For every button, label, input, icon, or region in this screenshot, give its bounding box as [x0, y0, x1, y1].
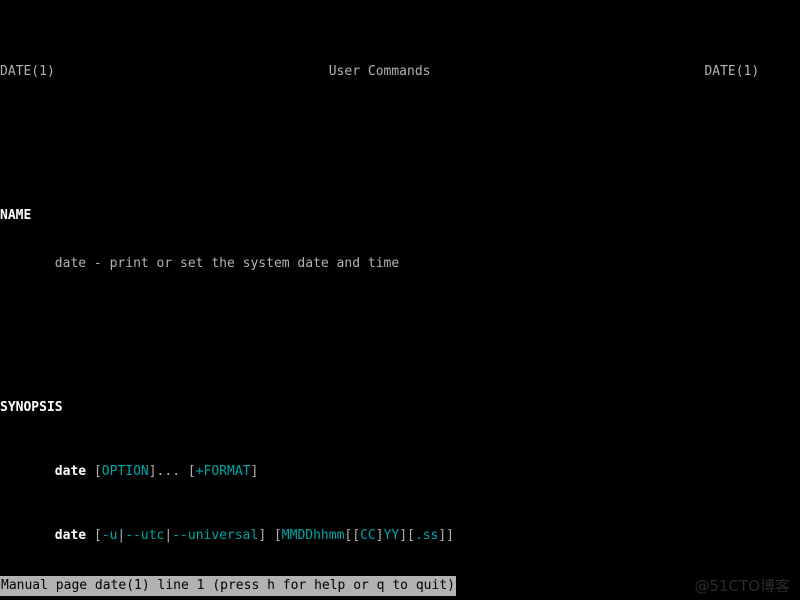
- man-page-header: DATE(1) User Commands DATE(1): [0, 64, 800, 80]
- synopsis-arg-cc: CC: [360, 528, 376, 543]
- pager-status-bar[interactable]: Manual page date(1) line 1 (press h for …: [0, 576, 456, 596]
- synopsis-arg-mmddhhmm: MMDDhhmm: [281, 528, 345, 543]
- synopsis-command: date: [54, 464, 87, 479]
- header-left: DATE(1): [0, 64, 55, 79]
- synopsis-arg-utc: --utc: [125, 528, 165, 543]
- synopsis-arg-ss: .ss: [414, 528, 439, 543]
- synopsis-punct: ]]: [438, 528, 455, 543]
- name-body-text: date - print or set the system date and …: [54, 256, 400, 271]
- header-gap-left: [55, 64, 329, 79]
- synopsis-punct: ]... [: [148, 464, 196, 479]
- synopsis-command: date: [54, 528, 87, 543]
- section-title-name: NAME: [0, 208, 32, 223]
- synopsis-punct: ]: [250, 464, 259, 479]
- synopsis-punct: ][: [399, 528, 415, 543]
- name-description-line: date - print or set the system date and …: [0, 256, 800, 272]
- synopsis-arg-yy: YY: [383, 528, 400, 543]
- synopsis-punct: [: [93, 464, 102, 479]
- section-heading-synopsis: SYNOPSIS: [0, 400, 800, 416]
- synopsis-arg-option: OPTION: [101, 464, 149, 479]
- synopsis-arg-universal: --universal: [172, 528, 259, 543]
- section-title-synopsis: SYNOPSIS: [0, 400, 63, 415]
- header-gap-right: [430, 64, 704, 79]
- header-center: User Commands: [328, 64, 431, 79]
- synopsis-punct: [: [93, 528, 102, 543]
- man-page-content[interactable]: DATE(1) User Commands DATE(1) NAME date …: [0, 0, 800, 576]
- synopsis-line-1: date [OPTION]... [+FORMAT]: [0, 464, 800, 480]
- synopsis-punct: ] [: [258, 528, 282, 543]
- terminal-window[interactable]: DATE(1) User Commands DATE(1) NAME date …: [0, 0, 800, 600]
- synopsis-punct: [[: [344, 528, 361, 543]
- section-heading-name: NAME: [0, 208, 800, 224]
- synopsis-arg-u: -u: [101, 528, 118, 543]
- synopsis-line-2: date [-u|--utc|--universal] [MMDDhhmm[[C…: [0, 528, 800, 544]
- synopsis-punct: ]: [375, 528, 384, 543]
- synopsis-arg-format: +FORMAT: [195, 464, 251, 479]
- header-right: DATE(1): [704, 64, 760, 79]
